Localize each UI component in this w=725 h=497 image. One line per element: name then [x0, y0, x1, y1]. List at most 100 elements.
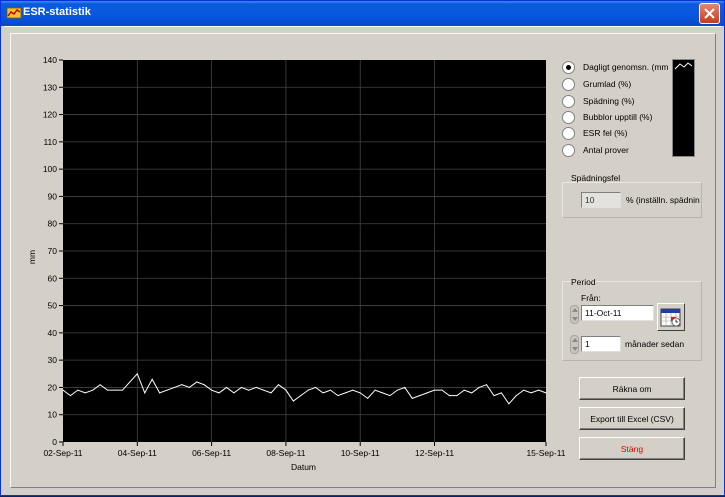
data-point	[456, 395, 458, 397]
plot-option-label: ESR fel (%)	[583, 128, 628, 138]
y-tick-label: 70	[48, 246, 58, 256]
plot-option-radio[interactable]	[562, 126, 575, 140]
plot-option-0[interactable]: Dagligt genomsn. (mm	[562, 59, 669, 75]
data-point	[486, 384, 488, 386]
plot-option-5[interactable]: Antal prover	[562, 142, 629, 158]
esr-statistics-window: ESR-statistik 0 10 20 30 40 50 60 70 80 90 100 110 1…	[0, 0, 725, 496]
data-point	[508, 403, 510, 405]
data-point	[151, 378, 153, 380]
x-axis-label: Datum	[291, 462, 316, 472]
data-point	[211, 389, 213, 391]
y-tick-label: 110	[43, 137, 57, 147]
data-point	[196, 381, 198, 383]
from-date-input[interactable]: 11-Oct-11	[581, 305, 654, 321]
plot-option-3[interactable]: Bubblor upptill (%)	[562, 109, 652, 125]
data-point	[285, 389, 287, 391]
x-tick-label: 06-Sep-11	[192, 448, 231, 458]
data-point	[159, 392, 161, 394]
plot-option-radio[interactable]	[562, 60, 575, 74]
plot-option-2[interactable]: Spädning (%)	[562, 93, 635, 109]
data-point	[62, 389, 64, 391]
data-point	[307, 389, 309, 391]
data-point	[411, 397, 413, 399]
data-point	[77, 389, 79, 391]
plot-option-label: Bubblor upptill (%)	[583, 112, 653, 122]
data-point	[404, 386, 406, 388]
data-point	[114, 389, 116, 391]
data-point	[69, 395, 71, 397]
months-ago-label: månader sedan	[625, 339, 685, 349]
data-point	[248, 389, 250, 391]
data-point	[255, 386, 257, 388]
y-tick-label: 140	[43, 55, 57, 65]
dilution-error-title: Spädningsfel	[571, 173, 621, 183]
data-point	[448, 395, 450, 397]
data-point	[225, 386, 227, 388]
data-point	[188, 386, 190, 388]
y-tick-label: 130	[43, 82, 57, 92]
data-point	[292, 400, 294, 402]
y-tick-label: 90	[48, 191, 58, 201]
x-tick-label: 02-Sep-11	[43, 448, 82, 458]
data-point	[500, 392, 502, 394]
plot-option-radio[interactable]	[562, 94, 575, 108]
data-point	[434, 389, 436, 391]
data-point	[181, 384, 183, 386]
x-tick-label: 12-Sep-11	[415, 448, 454, 458]
data-point	[441, 389, 443, 391]
data-point	[419, 395, 421, 397]
y-tick-label: 50	[48, 301, 58, 311]
data-point	[515, 395, 517, 397]
data-point	[300, 395, 302, 397]
data-point	[92, 389, 94, 391]
plot-option-1[interactable]: Grumlad (%)	[562, 76, 631, 92]
data-point	[144, 392, 146, 394]
close-button[interactable]: Stäng	[579, 437, 685, 460]
legend-plot	[672, 59, 695, 157]
data-point	[322, 392, 324, 394]
data-point	[478, 386, 480, 388]
y-tick-label: 40	[48, 328, 58, 338]
data-point	[107, 389, 109, 391]
y-tick-label: 80	[48, 219, 58, 229]
dilution-error-unit-label: % (inställn. spädnin	[626, 195, 700, 205]
y-tick-label: 60	[48, 273, 58, 283]
period-title: Period	[571, 277, 596, 287]
plot-option-4[interactable]: ESR fel (%)	[562, 125, 627, 141]
data-point	[389, 395, 391, 397]
data-point	[545, 392, 547, 394]
data-point	[270, 392, 272, 394]
export-csv-button[interactable]: Export till Excel (CSV)	[579, 407, 685, 430]
calendar-button[interactable]	[657, 303, 685, 331]
data-point	[344, 392, 346, 394]
data-point	[173, 386, 175, 388]
plot-option-radio[interactable]	[562, 143, 575, 157]
months-spinner[interactable]	[570, 335, 579, 354]
plot-option-radio[interactable]	[562, 110, 575, 124]
data-point	[538, 389, 540, 391]
x-tick-label: 08-Sep-11	[266, 448, 305, 458]
data-point	[359, 392, 361, 394]
recalculate-button[interactable]: Räkna om	[579, 377, 685, 400]
y-tick-label: 20	[48, 382, 58, 392]
data-point	[218, 392, 220, 394]
plot-option-label: Antal prover	[583, 145, 629, 155]
plot-option-radio[interactable]	[562, 77, 575, 91]
months-input[interactable]: 1	[581, 336, 621, 352]
from-label: Från:	[581, 293, 601, 303]
data-point	[382, 392, 384, 394]
data-point	[352, 389, 354, 391]
data-point	[84, 392, 86, 394]
y-tick-label: 120	[43, 110, 57, 120]
data-point	[330, 389, 332, 391]
data-point	[166, 389, 168, 391]
from-date-spinner[interactable]	[570, 305, 579, 324]
data-point	[396, 389, 398, 391]
data-point	[463, 389, 465, 391]
plot-option-label: Grumlad (%)	[583, 79, 632, 89]
x-tick-label: 15-Sep-11	[526, 448, 565, 458]
data-point	[99, 384, 101, 386]
dilution-error-input[interactable]: 10	[581, 192, 621, 208]
y-tick-label: 30	[48, 355, 58, 365]
data-point	[337, 395, 339, 397]
